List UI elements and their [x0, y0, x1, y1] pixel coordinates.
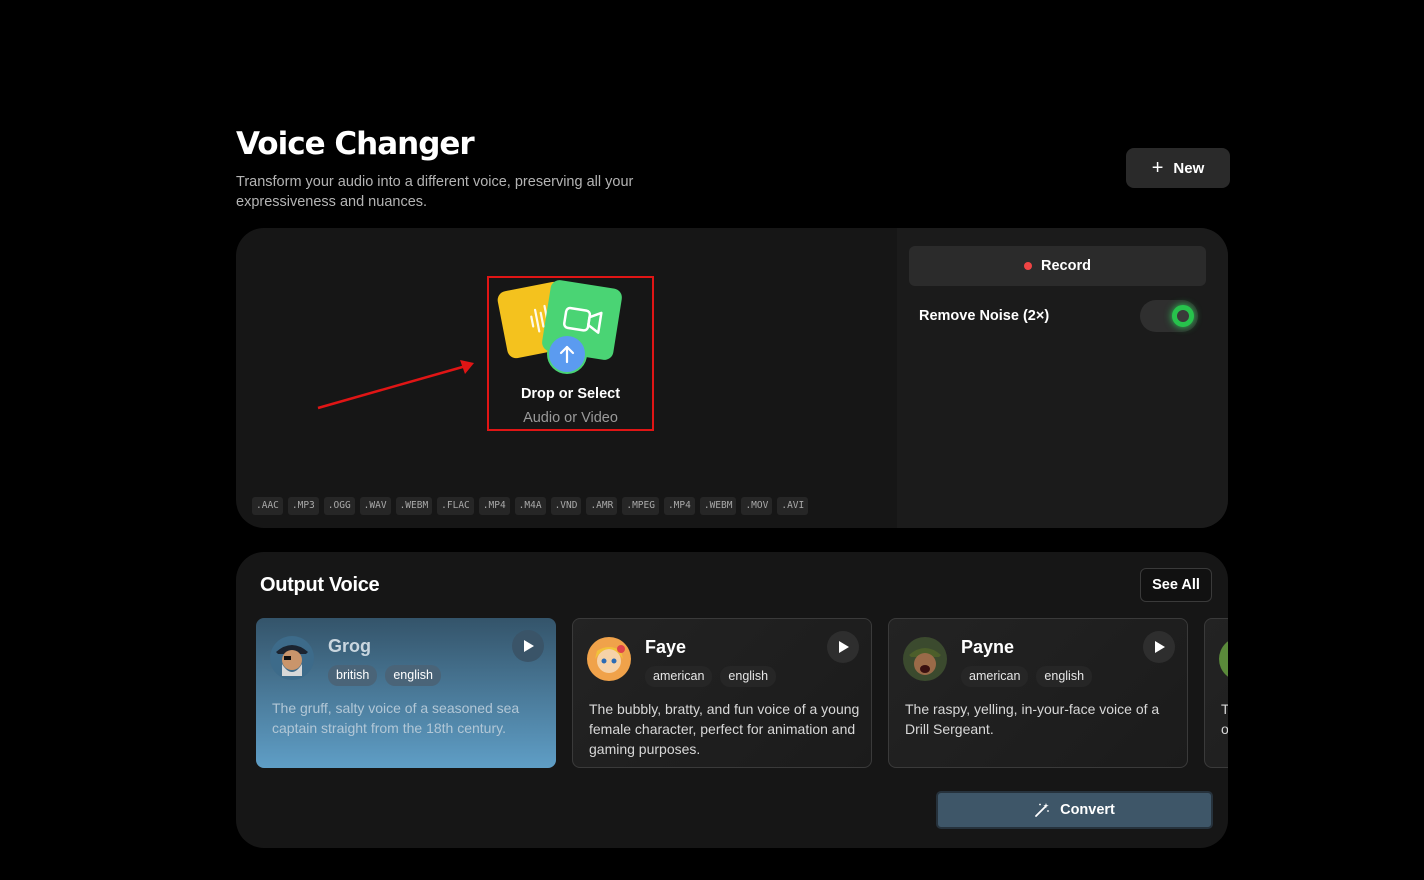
voice-tag: english: [385, 665, 441, 686]
voice-description: T o: [1221, 699, 1228, 739]
avatar: [587, 637, 631, 681]
file-dropzone[interactable]: Drop or Select Audio or Video: [487, 276, 654, 431]
voice-card-faye[interactable]: Faye american english The bubbly, bratty…: [572, 618, 872, 768]
voice-tags: american english: [645, 666, 777, 687]
drop-subtitle: Audio or Video: [523, 410, 618, 426]
record-label: Record: [1041, 258, 1091, 274]
new-button-label: New: [1173, 159, 1205, 177]
format-badge: .VND: [550, 497, 582, 515]
record-button[interactable]: Record: [909, 246, 1206, 286]
voice-name: Grog: [328, 636, 371, 656]
play-icon[interactable]: [827, 631, 859, 663]
avatar: [903, 637, 947, 681]
drop-title: Drop or Select: [520, 386, 621, 402]
voice-card-payne[interactable]: Payne american english The raspy, yellin…: [888, 618, 1188, 768]
voice-tag: american: [645, 666, 713, 687]
remove-noise-label: Remove Noise (2×): [919, 308, 1050, 324]
page-subtitle: Transform your audio into a different vo…: [236, 174, 634, 210]
avatar: [270, 636, 314, 680]
format-badge: .WEBM: [395, 497, 433, 515]
format-badge: .M4A: [514, 497, 546, 515]
upload-area: Drop or Select Audio or Video .AAC .MP3 …: [236, 228, 897, 528]
format-badge: .AVI: [777, 497, 809, 515]
voice-description: The raspy, yelling, in-your-face voice o…: [905, 701, 1160, 737]
voice-tag: english: [720, 666, 777, 687]
voice-tag: british: [328, 665, 378, 686]
voice-card-grog[interactable]: Grog british english The gruff, salty vo…: [256, 618, 556, 768]
format-badge: .AAC: [252, 497, 283, 515]
format-badge: .MPEG: [622, 497, 659, 515]
supported-formats: .AAC .MP3 .OGG .WAV .WEBM .FLAC .MP4 .M4…: [252, 497, 809, 515]
upload-arrow-icon: [547, 334, 587, 374]
voice-tags: american english: [961, 666, 1093, 687]
format-badge: .AMR: [586, 497, 618, 515]
convert-label: Convert: [1060, 802, 1115, 818]
output-voice-panel: Output Voice See All Grog british englis…: [236, 552, 1228, 848]
voice-name: Faye: [645, 637, 687, 657]
voice-description: The gruff, salty voice of a seasoned sea…: [272, 700, 520, 736]
format-badge: .FLAC: [437, 497, 474, 515]
format-badge: .OGG: [323, 497, 355, 515]
new-button[interactable]: + New: [1126, 148, 1230, 188]
magic-wand-icon: [1035, 803, 1049, 817]
remove-noise-toggle[interactable]: [1140, 300, 1198, 332]
format-badge: .MOV: [741, 497, 773, 515]
voice-tag: english: [1036, 666, 1093, 687]
toggle-knob: [1172, 305, 1194, 327]
record-dot-icon: [1024, 262, 1033, 270]
format-badge: .MP3: [287, 497, 319, 515]
format-badge: .WEBM: [699, 497, 737, 515]
see-all-button[interactable]: See All: [1140, 568, 1212, 602]
avatar: [1219, 637, 1228, 681]
voice-tag: american: [961, 666, 1029, 687]
format-badge: .MP4: [478, 497, 510, 515]
play-icon[interactable]: [512, 630, 544, 662]
voice-name: Payne: [961, 637, 1015, 657]
convert-button[interactable]: Convert: [936, 791, 1213, 829]
output-voice-title: Output Voice: [260, 574, 380, 596]
format-badge: .WAV: [359, 497, 391, 515]
upload-panel: Drop or Select Audio or Video .AAC .MP3 …: [236, 228, 1228, 528]
annotation-arrow: [317, 360, 474, 410]
play-icon[interactable]: [1143, 631, 1175, 663]
recording-controls: Record Remove Noise (2×): [897, 228, 1228, 528]
plus-icon: +: [1151, 157, 1164, 179]
format-badge: .MP4: [663, 497, 695, 515]
voice-description: The bubbly, bratty, and fun voice of a y…: [589, 701, 860, 757]
page-title: Voice Changer: [236, 126, 475, 162]
voice-card-partial[interactable]: T o: [1204, 618, 1228, 768]
voice-tags: british english: [328, 665, 441, 686]
